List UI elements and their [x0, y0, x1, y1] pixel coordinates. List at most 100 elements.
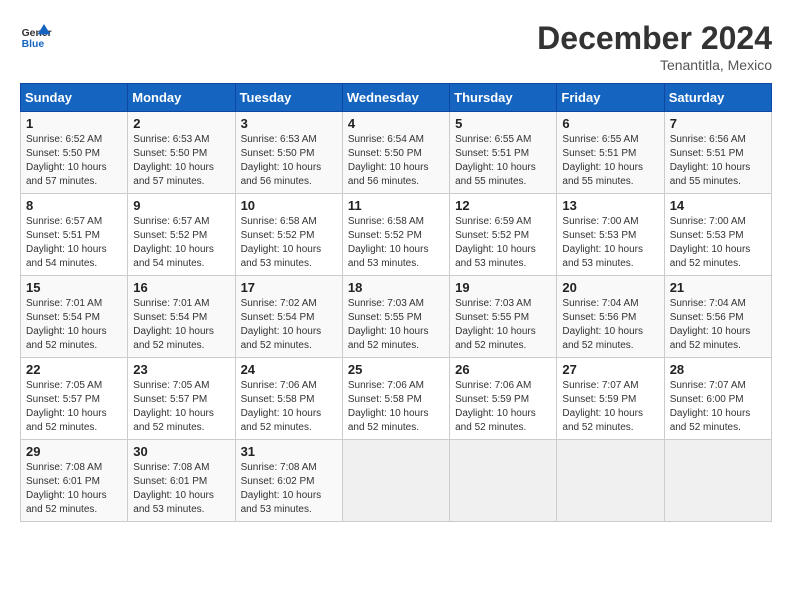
calendar-cell: [664, 440, 771, 522]
calendar-cell: 17 Sunrise: 7:02 AMSunset: 5:54 PMDayligh…: [235, 276, 342, 358]
day-info: Sunrise: 6:53 AMSunset: 5:50 PMDaylight:…: [241, 133, 337, 189]
calendar-cell: 10Sunrise: 6:58 AMSunset: 5:52 PMDayligh…: [235, 194, 342, 276]
day-info: Sunrise: 7:08 AMSunset: 6:02 PMDaylight:…: [241, 461, 337, 517]
day-info: Sunrise: 6:59 AMSunset: 5:52 PMDaylight:…: [455, 215, 551, 271]
calendar-cell: 13Sunrise: 7:00 AMSunset: 5:53 PMDayligh…: [557, 194, 664, 276]
day-info: Sunrise: 6:58 AMSunset: 5:52 PMDaylight:…: [241, 215, 337, 271]
calendar-cell: 9 Sunrise: 6:57 AMSunset: 5:52 PMDaylight…: [128, 194, 235, 276]
calendar-week-1: 1 Sunrise: 6:52 AMSunset: 5:50 PMDaylight…: [21, 112, 772, 194]
calendar-cell: [557, 440, 664, 522]
header: General Blue December 2024 Tenantitla, M…: [20, 20, 772, 73]
day-number: 2: [133, 116, 229, 131]
logo-icon: General Blue: [20, 20, 52, 52]
day-number: 30: [133, 444, 229, 459]
weekday-header-monday: Monday: [128, 84, 235, 112]
calendar-cell: 23Sunrise: 7:05 AMSunset: 5:57 PMDayligh…: [128, 358, 235, 440]
day-number: 19: [455, 280, 551, 295]
day-info: Sunrise: 7:06 AMSunset: 5:59 PMDaylight:…: [455, 379, 551, 435]
day-info: Sunrise: 7:00 AMSunset: 5:53 PMDaylight:…: [670, 215, 766, 271]
calendar-body: 1 Sunrise: 6:52 AMSunset: 5:50 PMDaylight…: [21, 112, 772, 522]
day-info: Sunrise: 6:53 AMSunset: 5:50 PMDaylight:…: [133, 133, 229, 189]
day-number: 5: [455, 116, 551, 131]
day-number: 26: [455, 362, 551, 377]
day-number: 29: [26, 444, 122, 459]
calendar-cell: 24Sunrise: 7:06 AMSunset: 5:58 PMDayligh…: [235, 358, 342, 440]
calendar-cell: 28 Sunrise: 7:07 AMSunset: 6:00 PMDayligh…: [664, 358, 771, 440]
calendar-cell: 14 Sunrise: 7:00 AMSunset: 5:53 PMDayligh…: [664, 194, 771, 276]
calendar-cell: 2 Sunrise: 6:53 AMSunset: 5:50 PMDaylight…: [128, 112, 235, 194]
day-number: 14: [670, 198, 766, 213]
weekday-header-sunday: Sunday: [21, 84, 128, 112]
day-info: Sunrise: 7:08 AMSunset: 6:01 PMDaylight:…: [133, 461, 229, 517]
day-number: 31: [241, 444, 337, 459]
day-number: 28: [670, 362, 766, 377]
calendar-cell: 1 Sunrise: 6:52 AMSunset: 5:50 PMDaylight…: [21, 112, 128, 194]
calendar-cell: 25 Sunrise: 7:06 AMSunset: 5:58 PMDayligh…: [342, 358, 449, 440]
calendar-cell: 15 Sunrise: 7:01 AMSunset: 5:54 PMDayligh…: [21, 276, 128, 358]
day-number: 7: [670, 116, 766, 131]
weekday-header-tuesday: Tuesday: [235, 84, 342, 112]
day-info: Sunrise: 6:55 AMSunset: 5:51 PMDaylight:…: [562, 133, 658, 189]
weekday-header-wednesday: Wednesday: [342, 84, 449, 112]
day-info: Sunrise: 6:58 AMSunset: 5:52 PMDaylight:…: [348, 215, 444, 271]
weekday-header-saturday: Saturday: [664, 84, 771, 112]
calendar-cell: 29 Sunrise: 7:08 AMSunset: 6:01 PMDayligh…: [21, 440, 128, 522]
day-info: Sunrise: 6:57 AMSunset: 5:52 PMDaylight:…: [133, 215, 229, 271]
day-number: 9: [133, 198, 229, 213]
calendar-cell: 11 Sunrise: 6:58 AMSunset: 5:52 PMDayligh…: [342, 194, 449, 276]
calendar-cell: 21 Sunrise: 7:04 AMSunset: 5:56 PMDayligh…: [664, 276, 771, 358]
day-info: Sunrise: 6:56 AMSunset: 5:51 PMDaylight:…: [670, 133, 766, 189]
day-number: 16: [133, 280, 229, 295]
calendar-cell: 8Sunrise: 6:57 AMSunset: 5:51 PMDaylight…: [21, 194, 128, 276]
day-number: 18: [348, 280, 444, 295]
calendar-cell: 7 Sunrise: 6:56 AMSunset: 5:51 PMDaylight…: [664, 112, 771, 194]
calendar-cell: 3 Sunrise: 6:53 AMSunset: 5:50 PMDaylight…: [235, 112, 342, 194]
calendar-cell: 27Sunrise: 7:07 AMSunset: 5:59 PMDayligh…: [557, 358, 664, 440]
weekday-header-row: SundayMondayTuesdayWednesdayThursdayFrid…: [21, 84, 772, 112]
svg-text:Blue: Blue: [22, 39, 45, 50]
day-info: Sunrise: 7:03 AMSunset: 5:55 PMDaylight:…: [455, 297, 551, 353]
day-info: Sunrise: 7:01 AMSunset: 5:54 PMDaylight:…: [133, 297, 229, 353]
day-number: 25: [348, 362, 444, 377]
weekday-header-thursday: Thursday: [450, 84, 557, 112]
calendar-week-3: 15 Sunrise: 7:01 AMSunset: 5:54 PMDayligh…: [21, 276, 772, 358]
day-number: 22: [26, 362, 122, 377]
calendar-cell: 20Sunrise: 7:04 AMSunset: 5:56 PMDayligh…: [557, 276, 664, 358]
day-number: 12: [455, 198, 551, 213]
day-number: 1: [26, 116, 122, 131]
day-info: Sunrise: 7:06 AMSunset: 5:58 PMDaylight:…: [241, 379, 337, 435]
calendar-cell: 4Sunrise: 6:54 AMSunset: 5:50 PMDaylight…: [342, 112, 449, 194]
calendar-cell: 26 Sunrise: 7:06 AMSunset: 5:59 PMDayligh…: [450, 358, 557, 440]
logo: General Blue: [20, 20, 52, 52]
day-info: Sunrise: 7:01 AMSunset: 5:54 PMDaylight:…: [26, 297, 122, 353]
calendar-cell: 6 Sunrise: 6:55 AMSunset: 5:51 PMDaylight…: [557, 112, 664, 194]
calendar-title: December 2024: [537, 20, 772, 57]
day-info: Sunrise: 7:08 AMSunset: 6:01 PMDaylight:…: [26, 461, 122, 517]
day-info: Sunrise: 7:05 AMSunset: 5:57 PMDaylight:…: [133, 379, 229, 435]
calendar-cell: 19 Sunrise: 7:03 AMSunset: 5:55 PMDayligh…: [450, 276, 557, 358]
calendar-subtitle: Tenantitla, Mexico: [537, 57, 772, 73]
calendar-week-5: 29 Sunrise: 7:08 AMSunset: 6:01 PMDayligh…: [21, 440, 772, 522]
calendar-cell: 5 Sunrise: 6:55 AMSunset: 5:51 PMDaylight…: [450, 112, 557, 194]
day-number: 20: [562, 280, 658, 295]
day-number: 11: [348, 198, 444, 213]
day-info: Sunrise: 7:04 AMSunset: 5:56 PMDaylight:…: [670, 297, 766, 353]
day-info: Sunrise: 6:52 AMSunset: 5:50 PMDaylight:…: [26, 133, 122, 189]
day-info: Sunrise: 7:05 AMSunset: 5:57 PMDaylight:…: [26, 379, 122, 435]
day-number: 6: [562, 116, 658, 131]
title-area: December 2024 Tenantitla, Mexico: [537, 20, 772, 73]
calendar-cell: 16 Sunrise: 7:01 AMSunset: 5:54 PMDayligh…: [128, 276, 235, 358]
day-info: Sunrise: 7:03 AMSunset: 5:55 PMDaylight:…: [348, 297, 444, 353]
day-number: 21: [670, 280, 766, 295]
day-info: Sunrise: 7:06 AMSunset: 5:58 PMDaylight:…: [348, 379, 444, 435]
calendar-cell: [450, 440, 557, 522]
day-info: Sunrise: 7:02 AMSunset: 5:54 PMDaylight:…: [241, 297, 337, 353]
day-info: Sunrise: 7:00 AMSunset: 5:53 PMDaylight:…: [562, 215, 658, 271]
day-info: Sunrise: 6:55 AMSunset: 5:51 PMDaylight:…: [455, 133, 551, 189]
day-info: Sunrise: 7:07 AMSunset: 6:00 PMDaylight:…: [670, 379, 766, 435]
calendar-cell: 12 Sunrise: 6:59 AMSunset: 5:52 PMDayligh…: [450, 194, 557, 276]
weekday-header-friday: Friday: [557, 84, 664, 112]
day-number: 17: [241, 280, 337, 295]
day-number: 3: [241, 116, 337, 131]
day-number: 15: [26, 280, 122, 295]
